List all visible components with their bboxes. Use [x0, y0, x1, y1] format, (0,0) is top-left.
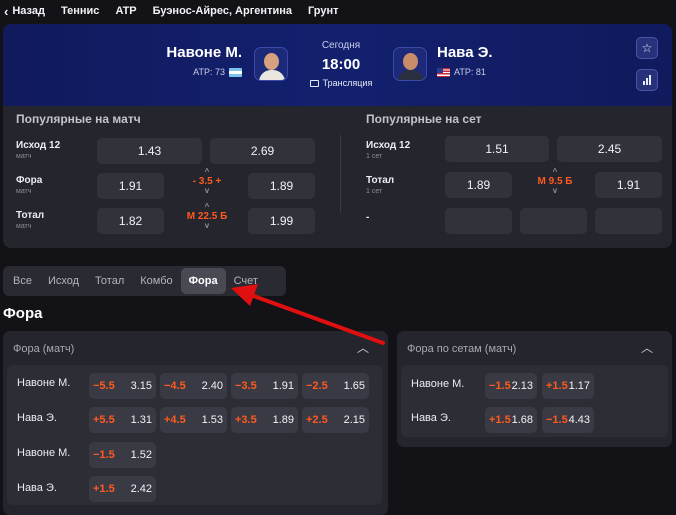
- favorite-button[interactable]: ☆: [636, 37, 658, 59]
- handicap-odd-button[interactable]: +2.5 2.15: [302, 407, 369, 433]
- player1-rank: ATP: 73: [193, 67, 225, 77]
- tab-outcome[interactable]: Исход: [40, 268, 87, 294]
- odd-button[interactable]: 1.51: [445, 136, 549, 162]
- divider: [340, 135, 341, 213]
- handicap-odd-button[interactable]: −1.5 4.43: [542, 407, 594, 433]
- market-tabs: Все Исход Тотал Комбо Фора Счет: [3, 266, 286, 296]
- breadcrumb-surface[interactable]: Грунт: [308, 5, 339, 17]
- star-icon: ☆: [641, 41, 653, 55]
- odd-button[interactable]: 1.91: [97, 173, 164, 199]
- player-label: Навоне М.: [411, 378, 465, 390]
- player-label: Нава Э.: [411, 412, 451, 424]
- tab-combo[interactable]: Комбо: [132, 268, 180, 294]
- chevron-up-icon: ︿: [641, 341, 654, 355]
- empty-odd-slot: [520, 208, 587, 234]
- market-label: Тотал 1 сет: [366, 175, 395, 195]
- empty-odd-slot: [445, 208, 512, 234]
- handicap-odd-button[interactable]: −4.5 2.40: [160, 373, 227, 399]
- argentina-flag-icon: [229, 67, 242, 77]
- panel-title: Фора (матч): [13, 343, 75, 355]
- breadcrumb-sport[interactable]: Теннис: [61, 5, 99, 17]
- match-day: Сегодня: [321, 40, 361, 51]
- back-label: Назад: [12, 5, 45, 17]
- handicap-grid: Навоне М. −5.5 3.15 −4.5 2.40 −3.5 1.91 −2.…: [7, 365, 382, 505]
- usa-flag-icon: [437, 67, 450, 77]
- player-label: Навоне М.: [17, 447, 71, 459]
- handicap-odd-button[interactable]: −5.5 3.15: [89, 373, 156, 399]
- handicap-odd-button[interactable]: +5.5 1.31: [89, 407, 156, 433]
- match-header: Навоне М. ATP: 73 Сегодня 18:00 Трансляц…: [3, 24, 672, 106]
- match-time-block: Сегодня 18:00 Трансляция: [303, 40, 379, 88]
- panel-title: Фора по сетам (матч): [407, 343, 517, 355]
- handicap-sets-grid: Навоне М. −1.5 2.13 +1.5 1.17 Нава Э. +1.5…: [401, 365, 668, 437]
- handicap-odd-button[interactable]: +3.5 1.89: [231, 407, 298, 433]
- player2-name[interactable]: Нава Э.: [437, 44, 493, 61]
- handicap-odd-button[interactable]: +1.5 1.68: [485, 407, 537, 433]
- collapse-button[interactable]: ︿: [357, 339, 369, 356]
- odd-button[interactable]: 1.82: [97, 208, 164, 234]
- player2-avatar: [393, 47, 427, 81]
- popular-markets: Популярные на матч Популярные на сет Исх…: [3, 106, 672, 248]
- player-label: Навоне М.: [17, 377, 71, 389]
- handicap-odd-button[interactable]: +1.5 1.17: [542, 373, 594, 399]
- player2-rank: ATP: 81: [454, 67, 486, 77]
- total-line-selector[interactable]: ^ М 22.5 Бv: [175, 203, 239, 230]
- handicap-match-panel: Фора (матч) ︿ Навоне М. −5.5 3.15 −4.5 2.4…: [3, 331, 388, 515]
- breadcrumb-tournament[interactable]: Буэнос-Айрес, Аргентина: [153, 5, 292, 17]
- popular-set-title: Популярные на сет: [366, 112, 482, 126]
- chevron-up-icon: ︿: [357, 341, 370, 355]
- bar-chart-icon: [643, 75, 651, 85]
- tab-all[interactable]: Все: [5, 268, 40, 294]
- odd-button[interactable]: 1.89: [248, 173, 315, 199]
- player1-avatar: [254, 47, 288, 81]
- market-label: Исход 12 1 сет: [366, 140, 411, 160]
- tv-icon: [309, 79, 319, 87]
- collapse-button[interactable]: ︿: [641, 339, 653, 356]
- handicap-odd-button[interactable]: −1.5 2.13: [485, 373, 537, 399]
- odd-button[interactable]: 1.89: [445, 172, 512, 198]
- handicap-odd-button[interactable]: +1.5 2.42: [89, 476, 156, 502]
- handicap-odd-button[interactable]: −1.5 1.52: [89, 442, 156, 468]
- match-time: 18:00: [321, 56, 361, 73]
- stream-label: Трансляция: [322, 78, 373, 88]
- player2-info: Нава Э. ATP: 81: [437, 44, 493, 77]
- market-label: Тотал матч: [16, 210, 45, 230]
- market-label: Фора матч: [16, 175, 43, 195]
- odd-button[interactable]: 2.69: [210, 138, 315, 164]
- tab-handicap[interactable]: Фора: [180, 268, 226, 294]
- statistics-button[interactable]: [636, 69, 658, 91]
- handicap-odd-button[interactable]: −3.5 1.91: [231, 373, 298, 399]
- odd-button[interactable]: 2.45: [557, 136, 662, 162]
- popular-match-title: Популярные на матч: [16, 112, 141, 126]
- handicap-odd-button[interactable]: −2.5 1.65: [302, 373, 369, 399]
- breadcrumb: ‹ Назад Теннис ATP Буэнос-Айрес, Аргенти…: [0, 0, 676, 22]
- handicap-sets-panel: Фора по сетам (матч) ︿ Навоне М. −1.5 2.1…: [397, 331, 672, 447]
- handicap-line-selector[interactable]: ^ - 3.5 + v: [175, 168, 239, 195]
- odd-button[interactable]: 1.43: [97, 138, 202, 164]
- chevron-left-icon: ‹: [4, 3, 9, 19]
- breadcrumb-tour[interactable]: ATP: [115, 5, 136, 17]
- tab-total[interactable]: Тотал: [87, 268, 132, 294]
- player-label: Нава Э.: [17, 412, 57, 424]
- player1-name[interactable]: Навоне М.: [166, 44, 242, 61]
- stream-link[interactable]: Трансляция: [303, 78, 379, 88]
- odd-button[interactable]: 1.91: [595, 172, 662, 198]
- player1-info: Навоне М. ATP: 73: [166, 44, 242, 77]
- total-line-selector[interactable]: ^ М 9.5 Бv: [523, 168, 587, 195]
- back-button[interactable]: ‹ Назад: [4, 5, 45, 18]
- tab-score[interactable]: Счет: [226, 268, 266, 294]
- player-label: Нава Э.: [17, 482, 57, 494]
- market-label: -: [366, 212, 370, 223]
- handicap-odd-button[interactable]: +4.5 1.53: [160, 407, 227, 433]
- market-label: Исход 12 матч: [16, 140, 61, 160]
- empty-odd-slot: [595, 208, 662, 234]
- section-title: Фора: [3, 305, 43, 322]
- odd-button[interactable]: 1.99: [248, 208, 315, 234]
